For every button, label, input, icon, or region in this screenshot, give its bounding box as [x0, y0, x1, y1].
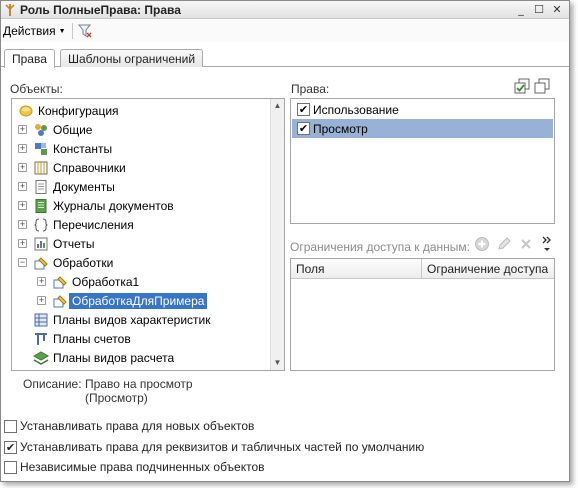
chart-calc-types-icon	[33, 350, 49, 365]
edit-icon[interactable]	[496, 236, 512, 252]
tree-item-enums[interactable]: + Перечисления	[18, 215, 278, 234]
configuration-icon	[19, 105, 33, 116]
column-fields[interactable]: Поля	[291, 259, 422, 278]
right-item-use[interactable]: ✔ Использование	[292, 100, 553, 119]
tree-item-configuration[interactable]: Конфигурация	[18, 101, 278, 120]
description-label: Описание:	[23, 377, 82, 391]
maximize-button[interactable]: ☐	[531, 2, 547, 17]
tree-item-chart-accounts[interactable]: Планы счетов	[33, 329, 284, 348]
tree-item-chart-char-types[interactable]: Планы видов характеристик	[33, 310, 284, 329]
expand-icon[interactable]: +	[18, 201, 27, 210]
objects-tree[interactable]: Конфигурация + Общие + Константы + Справ…	[11, 98, 285, 371]
expand-icon[interactable]: +	[37, 277, 46, 286]
title-bar: Роль ПолныеПрава: Права _ ☐ ✕	[1, 1, 569, 19]
dataprocessors-icon	[34, 256, 48, 269]
filter-icon[interactable]	[77, 24, 92, 38]
check-all-icon[interactable]	[514, 78, 530, 94]
tree-item-dataprocessor-example[interactable]: + ОбработкаДляПримера	[37, 291, 284, 310]
checkbox[interactable]	[4, 460, 17, 474]
objects-label: Объекты:	[10, 82, 63, 96]
more-actions-icon[interactable]	[541, 234, 553, 254]
scroll-down-icon[interactable]: ▼	[271, 356, 284, 370]
expand-icon[interactable]: +	[18, 144, 27, 153]
journals-icon	[35, 198, 47, 213]
chart-accounts-icon	[35, 332, 47, 345]
constants-icon	[35, 142, 47, 155]
checkbox[interactable]: ✔	[4, 440, 17, 454]
enums-icon	[34, 218, 48, 231]
option-new-objects[interactable]: Устанавливать права для новых объектов	[4, 419, 254, 433]
description-line: Право на просмотр	[85, 377, 193, 391]
checkbox[interactable]: ✔	[297, 122, 310, 135]
restrictions-label: Ограничения доступа к данным:	[290, 240, 471, 254]
common-icon	[35, 123, 47, 136]
tree-item-chart-calc-types[interactable]: Планы видов расчета	[33, 348, 284, 367]
tab-rights[interactable]: Права	[4, 49, 55, 68]
close-button[interactable]: ✕	[549, 2, 565, 17]
window-title: Роль ПолныеПрава: Права	[20, 2, 181, 17]
chart-char-types-icon	[34, 313, 48, 326]
rights-label: Права:	[291, 82, 330, 96]
expand-icon[interactable]: +	[18, 163, 27, 172]
uncheck-all-icon[interactable]	[534, 78, 550, 94]
collapse-icon[interactable]: −	[18, 258, 27, 267]
tab-strip: Права Шаблоны ограничений	[1, 45, 569, 68]
tree-item-dataprocessors[interactable]: − Обработки	[18, 253, 278, 272]
minimize-button[interactable]: _	[513, 2, 529, 17]
role-rights-window: Роль ПолныеПрава: Права _ ☐ ✕ Действия ▼…	[0, 0, 570, 482]
checkbox[interactable]	[4, 419, 17, 433]
dataprocessor-icon	[53, 275, 67, 288]
scroll-up-icon[interactable]: ▲	[271, 99, 284, 113]
reports-icon	[34, 237, 48, 250]
delete-icon[interactable]	[518, 236, 534, 252]
table-header: Поля Ограничение доступа	[291, 259, 554, 279]
restrictions-table[interactable]: Поля Ограничение доступа	[290, 258, 555, 371]
description-line: (Просмотр)	[85, 391, 148, 405]
tree-item-constants[interactable]: + Константы	[18, 139, 278, 158]
expand-icon[interactable]: +	[18, 182, 27, 191]
role-icon	[5, 3, 15, 16]
checkbox[interactable]: ✔	[297, 103, 310, 116]
dataprocessor-icon	[53, 294, 67, 307]
expand-icon[interactable]: +	[18, 220, 27, 229]
option-default-attributes[interactable]: ✔ Устанавливать права для реквизитов и т…	[4, 440, 424, 454]
expand-icon[interactable]: +	[18, 239, 27, 248]
tree-item-common[interactable]: + Общие	[18, 120, 278, 139]
documents-icon	[35, 179, 47, 194]
toolbar: Действия ▼	[1, 20, 569, 42]
actions-menu[interactable]: Действия ▼	[3, 24, 66, 38]
description-value: Право на просмотр (Просмотр)	[85, 377, 193, 405]
tree-item-catalogs[interactable]: + Справочники	[18, 158, 278, 177]
expand-icon[interactable]: +	[37, 296, 46, 305]
tree-scrollbar[interactable]: ▲ ▼	[270, 99, 284, 370]
option-independent-rights[interactable]: Независимые права подчиненных объектов	[4, 460, 265, 474]
tree-item-dataprocessor1[interactable]: + Обработка1	[37, 272, 284, 291]
tab-restriction-templates[interactable]: Шаблоны ограничений	[60, 49, 204, 67]
right-item-view[interactable]: ✔ Просмотр	[292, 119, 553, 138]
catalogs-icon	[34, 161, 48, 174]
expand-icon[interactable]: +	[18, 125, 27, 134]
toolbar-separator	[71, 23, 73, 39]
column-access-restriction[interactable]: Ограничение доступа	[422, 259, 554, 278]
rights-list[interactable]: ✔ Использование ✔ Просмотр	[290, 98, 555, 224]
actions-label: Действия	[3, 24, 56, 38]
tree-item-document-journals[interactable]: + Журналы документов	[18, 196, 278, 215]
caret-down-icon: ▼	[58, 27, 66, 35]
tree-item-documents[interactable]: + Документы	[18, 177, 278, 196]
add-icon[interactable]	[474, 236, 490, 252]
tree-item-reports[interactable]: + Отчеты	[18, 234, 278, 253]
